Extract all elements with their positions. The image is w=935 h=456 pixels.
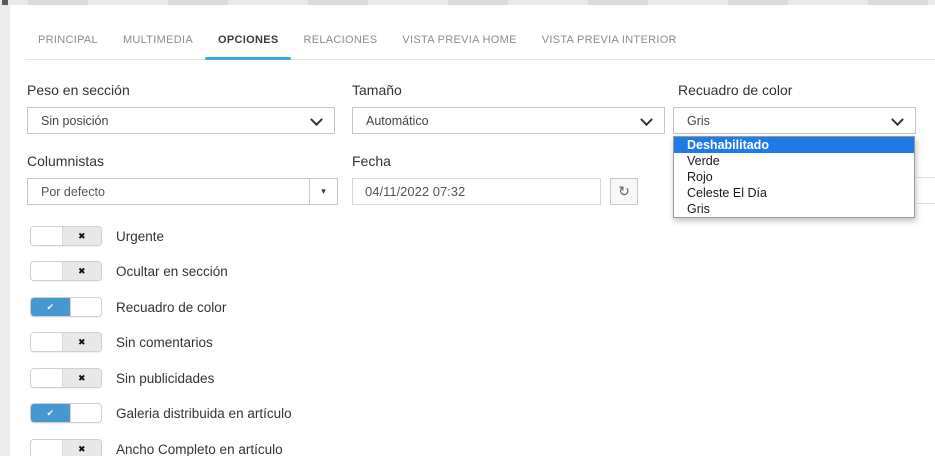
chevron-down-icon <box>891 113 904 126</box>
toggle-knob <box>31 333 62 351</box>
option-celeste-el-dia[interactable]: Celeste El Día <box>674 185 914 201</box>
tamano-select[interactable]: Automático <box>352 107 665 134</box>
hidden-field-edge <box>916 177 935 178</box>
toggle-recuadro-de-color[interactable]: ✔ ✖ <box>30 297 102 317</box>
peso-en-seccion-value: Sin posición <box>41 114 108 128</box>
fecha-label: Fecha <box>352 153 391 169</box>
recuadro-de-color-value: Gris <box>687 114 710 128</box>
hidden-field-edge <box>916 203 935 204</box>
tab-opciones[interactable]: OPCIONES <box>218 34 278 60</box>
tab-vista-previa-interior[interactable]: VISTA PREVIA INTERIOR <box>542 34 677 60</box>
toggle-knob <box>31 440 62 456</box>
toggle-label: Sin comentarios <box>116 335 213 350</box>
toggle-ancho-completo[interactable]: ✔ ✖ <box>30 439 102 456</box>
toggle-knob <box>31 227 62 245</box>
toggle-galeria-distribuida[interactable]: ✔ ✖ <box>30 403 102 423</box>
tab-vista-previa-home[interactable]: VISTA PREVIA HOME <box>402 34 516 60</box>
toggle-label: Urgente <box>116 229 164 244</box>
chevron-down-icon <box>310 113 323 126</box>
toggle-label: Galeria distribuida en artículo <box>116 406 292 421</box>
tamano-label: Tamaño <box>352 82 402 98</box>
toggle-row: ✔ ✖ Urgente <box>30 226 164 246</box>
toggle-ocultar-en-seccion[interactable]: ✔ ✖ <box>30 261 102 281</box>
toggle-label: Ocultar en sección <box>116 264 228 279</box>
toggle-knob <box>31 369 62 387</box>
recuadro-de-color-select[interactable]: Gris <box>673 107 916 134</box>
columnistas-combobox[interactable]: Por defecto ▾ <box>27 178 338 205</box>
x-icon: ✖ <box>62 333 102 351</box>
options-panel-page: PRINCIPAL MULTIMEDIA OPCIONES RELACIONES… <box>0 0 935 456</box>
option-deshabilitado[interactable]: Deshabilitado <box>674 137 914 153</box>
columnistas-value: Por defecto <box>28 179 309 204</box>
peso-en-seccion-label: Peso en sección <box>27 82 130 98</box>
toggle-row: ✔ ✖ Ocultar en sección <box>30 261 228 281</box>
toggle-label: Recuadro de color <box>116 300 226 315</box>
tab-principal[interactable]: PRINCIPAL <box>38 34 98 60</box>
refresh-icon: ↻ <box>618 183 630 200</box>
check-icon: ✔ <box>31 298 70 316</box>
x-icon: ✖ <box>62 227 102 245</box>
toggle-row: ✔ ✖ Sin comentarios <box>30 332 213 352</box>
toggle-row: ✔ ✖ Ancho Completo en artículo <box>30 439 283 456</box>
toggle-knob <box>70 298 102 316</box>
toggle-row: ✔ ✖ Sin publicidades <box>30 368 214 388</box>
recuadro-de-color-label: Recuadro de color <box>678 82 792 98</box>
chevron-down-icon <box>640 113 653 126</box>
tamano-value: Automático <box>366 114 429 128</box>
toggle-knob <box>31 262 62 280</box>
fecha-refresh-button[interactable]: ↻ <box>610 178 638 205</box>
tab-bar: PRINCIPAL MULTIMEDIA OPCIONES RELACIONES… <box>38 34 677 60</box>
toggle-sin-publicidades[interactable]: ✔ ✖ <box>30 368 102 388</box>
corner-mark <box>2 0 8 5</box>
x-icon: ✖ <box>62 440 102 456</box>
toggle-row: ✔ ✖ Recuadro de color <box>30 297 226 317</box>
toggle-row: ✔ ✖ Galeria distribuida en artículo <box>30 403 292 423</box>
columnistas-label: Columnistas <box>27 153 104 169</box>
check-icon: ✔ <box>31 404 70 422</box>
fecha-input[interactable] <box>352 178 601 205</box>
toggle-label: Sin publicidades <box>116 371 214 386</box>
tab-relaciones[interactable]: RELACIONES <box>303 34 377 60</box>
recuadro-de-color-dropdown: Deshabilitado Verde Rojo Celeste El Día … <box>673 136 915 218</box>
option-verde[interactable]: Verde <box>674 153 914 169</box>
toggle-sin-comentarios[interactable]: ✔ ✖ <box>30 332 102 352</box>
option-gris[interactable]: Gris <box>674 201 914 217</box>
tab-multimedia[interactable]: MULTIMEDIA <box>123 34 193 60</box>
toggle-label: Ancho Completo en artículo <box>116 442 283 456</box>
option-rojo[interactable]: Rojo <box>674 169 914 185</box>
toggle-knob <box>70 404 102 422</box>
toggle-urgente[interactable]: ✔ ✖ <box>30 226 102 246</box>
columnistas-dropdown-button[interactable]: ▾ <box>309 179 337 204</box>
x-icon: ✖ <box>62 262 102 280</box>
peso-en-seccion-select[interactable]: Sin posición <box>27 107 335 134</box>
x-icon: ✖ <box>62 369 102 387</box>
caret-down-icon: ▾ <box>321 186 326 197</box>
